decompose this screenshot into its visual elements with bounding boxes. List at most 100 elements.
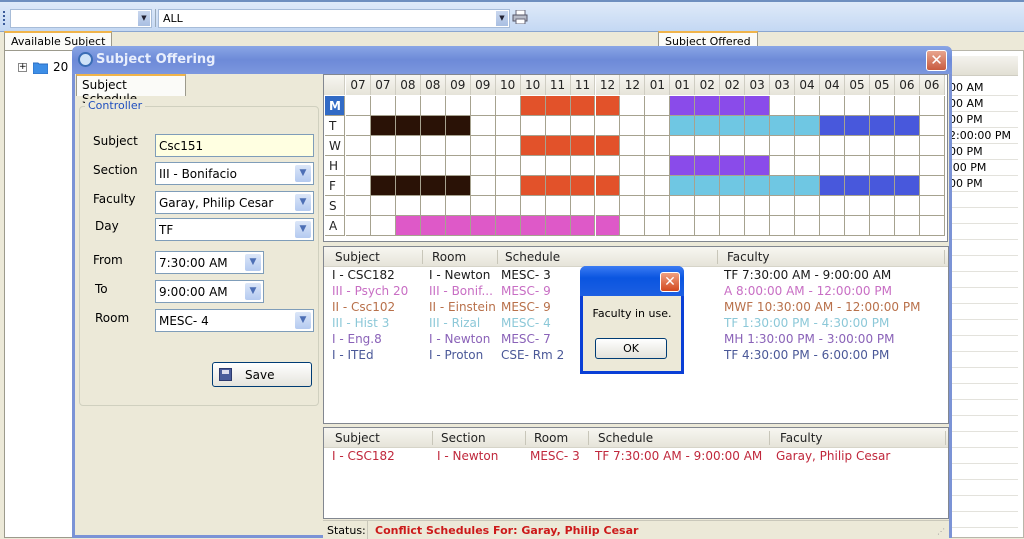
schedule-cell[interactable]	[346, 136, 371, 156]
schedule-cell-occupied[interactable]	[695, 96, 721, 116]
schedule-cell[interactable]	[820, 216, 845, 236]
schedule-cell[interactable]	[420, 196, 446, 216]
to-time-picker[interactable]: 9:00:00 AM ▼	[155, 280, 264, 303]
chevron-down-icon[interactable]: ▼	[496, 11, 508, 26]
schedule-cell[interactable]	[919, 116, 945, 136]
schedule-cell[interactable]	[894, 156, 920, 176]
day-row-label[interactable]: W	[325, 136, 345, 156]
faculty-select[interactable]: Garay, Philip Cesar ▼	[155, 191, 314, 214]
schedule-cell[interactable]	[470, 176, 496, 196]
schedule-cell[interactable]	[346, 176, 371, 196]
chevron-down-icon[interactable]: ▼	[138, 11, 150, 26]
schedule-cell-occupied[interactable]	[395, 216, 421, 236]
message-box-titlebar[interactable]: ✕	[580, 266, 684, 296]
schedule-cell-occupied[interactable]	[595, 176, 621, 196]
schedule-cell[interactable]	[894, 96, 920, 116]
schedule-cell-occupied[interactable]	[720, 176, 746, 196]
schedule-cell[interactable]	[795, 136, 821, 156]
schedule-cell-occupied[interactable]	[420, 116, 446, 136]
schedule-cell[interactable]	[370, 216, 396, 236]
schedule-cell[interactable]	[445, 156, 471, 176]
schedule-cell[interactable]	[620, 96, 646, 116]
schedule-cell[interactable]	[395, 156, 421, 176]
schedule-cell[interactable]	[670, 136, 696, 156]
schedule-cell-occupied[interactable]	[745, 96, 771, 116]
schedule-cell[interactable]	[795, 156, 821, 176]
schedule-cell-occupied[interactable]	[745, 156, 771, 176]
schedule-cell[interactable]	[445, 196, 471, 216]
schedule-cell-occupied[interactable]	[370, 116, 396, 136]
schedule-cell[interactable]	[894, 136, 920, 156]
schedule-cell[interactable]	[395, 96, 421, 116]
save-button[interactable]: Save	[212, 362, 312, 387]
schedule-cell[interactable]	[420, 156, 446, 176]
column-header-room[interactable]: Room	[534, 431, 568, 445]
chevron-down-icon[interactable]: ▼	[245, 283, 261, 300]
chevron-down-icon[interactable]: ▼	[295, 165, 311, 182]
day-row-label[interactable]: S	[325, 196, 345, 216]
schedule-cell-occupied[interactable]	[520, 216, 546, 236]
schedule-cell[interactable]	[370, 196, 396, 216]
schedule-cell[interactable]	[445, 136, 471, 156]
schedule-cell-occupied[interactable]	[570, 176, 596, 196]
schedule-cell-occupied[interactable]	[845, 116, 870, 136]
chevron-down-icon[interactable]: ▼	[295, 221, 311, 238]
schedule-cell-occupied[interactable]	[670, 176, 696, 196]
schedule-cell-occupied[interactable]	[595, 216, 621, 236]
schedule-cell[interactable]	[670, 196, 696, 216]
day-row-label[interactable]: M	[325, 96, 345, 116]
schedule-cell[interactable]	[919, 176, 945, 196]
schedule-cell[interactable]	[620, 216, 646, 236]
schedule-cell[interactable]	[470, 96, 496, 116]
day-row-label[interactable]: F	[325, 176, 345, 196]
schedule-cell[interactable]	[770, 156, 796, 176]
schedule-cell[interactable]	[346, 196, 371, 216]
schedule-cell[interactable]	[495, 176, 521, 196]
schedule-cell[interactable]	[620, 156, 646, 176]
column-header-section[interactable]: Section	[441, 431, 486, 445]
chevron-down-icon[interactable]: ▼	[295, 312, 311, 329]
schedule-cell[interactable]	[645, 156, 671, 176]
schedule-cell-occupied[interactable]	[545, 96, 571, 116]
schedule-cell[interactable]	[919, 156, 945, 176]
schedule-cell-occupied[interactable]	[445, 176, 471, 196]
schedule-cell-occupied[interactable]	[520, 136, 546, 156]
schedule-cell-occupied[interactable]	[845, 176, 870, 196]
schedule-cell[interactable]	[770, 216, 796, 236]
filter-combo-1[interactable]: ▼	[10, 9, 152, 28]
schedule-cell-occupied[interactable]	[370, 176, 396, 196]
schedule-cell-occupied[interactable]	[720, 116, 746, 136]
schedule-cell[interactable]	[894, 216, 920, 236]
schedule-cell[interactable]	[395, 136, 421, 156]
schedule-cell[interactable]	[520, 196, 546, 216]
schedule-cell[interactable]	[820, 196, 845, 216]
schedule-cell-occupied[interactable]	[820, 176, 845, 196]
day-row-label[interactable]: H	[325, 156, 345, 176]
schedule-cell[interactable]	[495, 116, 521, 136]
schedule-cell[interactable]	[745, 216, 771, 236]
schedule-cell[interactable]	[570, 156, 596, 176]
schedule-cell-occupied[interactable]	[595, 136, 621, 156]
schedule-cell-occupied[interactable]	[545, 136, 571, 156]
schedule-cell[interactable]	[919, 216, 945, 236]
schedule-cell[interactable]	[645, 136, 671, 156]
schedule-cell[interactable]	[720, 216, 746, 236]
schedule-cell-occupied[interactable]	[595, 96, 621, 116]
schedule-cell[interactable]	[595, 156, 621, 176]
schedule-cell[interactable]	[495, 136, 521, 156]
schedule-cell[interactable]	[869, 136, 895, 156]
schedule-cell[interactable]	[695, 136, 721, 156]
window-titlebar[interactable]: Subject Offering ✕	[72, 46, 952, 74]
schedule-cell[interactable]	[695, 196, 721, 216]
expand-icon[interactable]: +	[18, 63, 27, 72]
schedule-cell[interactable]	[620, 196, 646, 216]
schedule-cell-occupied[interactable]	[869, 176, 895, 196]
tab-subject-schedule[interactable]: Subject Schedule	[76, 74, 186, 106]
schedule-cell[interactable]	[645, 96, 671, 116]
schedule-cell[interactable]	[346, 116, 371, 136]
schedule-cell[interactable]	[595, 196, 621, 216]
schedule-cell[interactable]	[845, 196, 870, 216]
column-header-room[interactable]: Room	[432, 250, 466, 264]
schedule-cell[interactable]	[620, 116, 646, 136]
schedule-cell-occupied[interactable]	[894, 176, 920, 196]
